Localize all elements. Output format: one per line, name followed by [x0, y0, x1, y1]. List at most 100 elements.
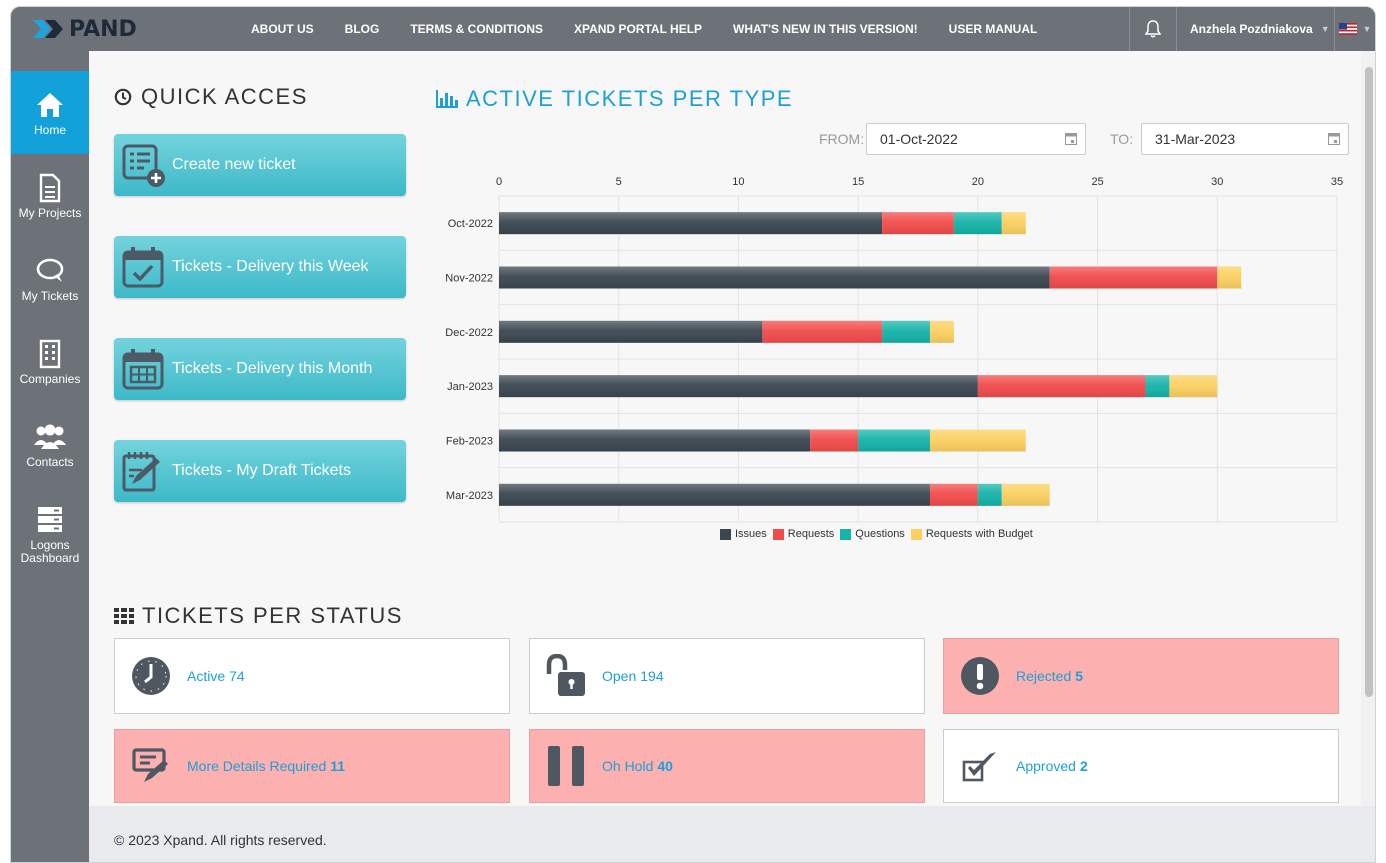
grid-icon: [114, 607, 134, 624]
status-tile-active[interactable]: Active 74: [114, 638, 510, 714]
sidebar-item-label: Companies: [19, 372, 81, 386]
legend-swatch: [840, 528, 852, 540]
nav-whats-new[interactable]: WHAT'S NEW IN THIS VERSION!: [733, 22, 918, 36]
calendar-icon[interactable]: [1328, 132, 1340, 145]
sidebar-item-logons-dashboard[interactable]: Logons Dashboard: [11, 486, 89, 581]
calendar-icon[interactable]: [1065, 132, 1077, 145]
quick-access-title-text: QUICK ACCES: [141, 84, 308, 109]
calendar-month-icon: [114, 338, 172, 400]
status-count: 5: [1075, 668, 1084, 684]
status-label: More Details Required: [187, 758, 327, 774]
legend-label: Requests with Budget: [925, 528, 1033, 540]
status-tile-on-hold[interactable]: Oh Hold 40: [529, 729, 925, 803]
y-tick-label: Nov-2022: [445, 273, 493, 285]
sidebar-item-my-tickets[interactable]: My Tickets: [11, 237, 89, 320]
scrollbar-thumb[interactable]: [1365, 67, 1373, 697]
building-icon: [39, 337, 61, 371]
sidebar-item-label: Logons Dashboard: [20, 537, 80, 565]
clock-small-icon: [114, 88, 132, 106]
y-tick-label: Dec-2022: [445, 327, 493, 339]
ticket-add-icon: [114, 134, 172, 196]
nav-terms[interactable]: TERMS & CONDITIONS: [410, 22, 543, 36]
status-tile-approved[interactable]: Approved 2: [943, 729, 1339, 803]
sidebar-item-label: My Tickets: [21, 289, 79, 303]
x-tick-label: 30: [1211, 176, 1223, 188]
sidebar-item-companies[interactable]: Companies: [11, 320, 89, 403]
sidebar-item-home[interactable]: Home: [11, 71, 89, 154]
x-tick-label: 25: [1091, 176, 1103, 188]
status-tile-rejected[interactable]: Rejected 5: [943, 638, 1339, 714]
quick-access-title: QUICK ACCES: [114, 84, 308, 110]
to-date-value: 31-Mar-2023: [1155, 131, 1236, 147]
legend-swatch: [720, 528, 731, 540]
quick-access-label: Tickets - Delivery this Week: [172, 258, 369, 275]
draft-edit-icon: [114, 440, 172, 502]
draft-tickets-button[interactable]: Tickets - My Draft Tickets: [114, 440, 406, 502]
legend-swatch: [910, 528, 922, 540]
y-tick-label: Mar-2023: [446, 490, 493, 502]
nav-blog[interactable]: BLOG: [345, 22, 380, 36]
app-window: PAND ABOUT US BLOG TERMS & CONDITIONS XP…: [10, 6, 1376, 863]
quick-access-label: Tickets - Delivery this Month: [172, 360, 373, 377]
document-icon: [39, 171, 61, 205]
x-tick-label: 10: [732, 176, 744, 188]
us-flag-icon: [1338, 23, 1357, 35]
active-tickets-title: ACTIVE TICKETS PER TYPE: [436, 86, 793, 112]
tickets-per-status-title-text: TICKETS PER STATUS: [142, 603, 403, 628]
bell-icon: [1145, 20, 1161, 38]
bar-shine: [499, 429, 1026, 452]
nav-portal-help[interactable]: XPAND PORTAL HELP: [574, 22, 702, 36]
logo-text: PAND: [69, 16, 137, 42]
quick-access-label: Tickets - My Draft Tickets: [172, 462, 351, 479]
to-date-input[interactable]: 31-Mar-2023: [1141, 123, 1349, 155]
user-name: Anzhela Pozdniakova: [1190, 22, 1313, 36]
chat-icon: [35, 254, 65, 288]
sidebar-item-label: My Projects: [18, 206, 82, 220]
user-menu[interactable]: Anzhela Pozdniakova ▼: [1177, 7, 1335, 51]
from-date-input[interactable]: 01-Oct-2022: [866, 123, 1086, 155]
unlocked-icon: [530, 639, 602, 713]
status-count: 11: [330, 758, 346, 774]
chevron-down-icon: ▼: [1320, 24, 1330, 34]
status-tile-open[interactable]: Open 194: [529, 638, 925, 714]
legend-label: Questions: [855, 528, 905, 540]
y-tick-label: Feb-2023: [446, 436, 493, 448]
from-date-value: 01-Oct-2022: [880, 131, 958, 147]
sidebar-item-my-projects[interactable]: My Projects: [11, 154, 89, 237]
logo-x-icon: [33, 20, 63, 38]
status-tile-more-details[interactable]: More Details Required 11: [114, 729, 510, 803]
calendar-check-icon: [114, 236, 172, 298]
top-navbar: PAND ABOUT US BLOG TERMS & CONDITIONS XP…: [11, 7, 1375, 51]
language-selector[interactable]: ▼: [1335, 7, 1375, 51]
status-count: 74: [229, 668, 245, 684]
delivery-week-button[interactable]: Tickets - Delivery this Week: [114, 236, 406, 298]
nav-about-us[interactable]: ABOUT US: [251, 22, 314, 36]
bar-shine: [499, 320, 954, 343]
xpand-logo[interactable]: PAND: [33, 16, 137, 42]
exclamation-icon: [944, 639, 1016, 713]
notifications-button[interactable]: [1129, 7, 1177, 51]
active-tickets-title-text: ACTIVE TICKETS PER TYPE: [466, 86, 794, 111]
checkbox-icon: [944, 730, 1016, 802]
tickets-per-status-title: TICKETS PER STATUS: [114, 603, 403, 629]
create-ticket-button[interactable]: Create new ticket: [114, 134, 406, 196]
legend-label: Requests: [787, 528, 835, 540]
bar-chart-icon: [436, 90, 458, 108]
vertical-scrollbar[interactable]: [1361, 51, 1375, 806]
active-tickets-chart: 0 5 10 15 20 25 30 35 Oct-2022 Nov-2022 Dec-2022 Ja…: [445, 176, 1343, 523]
nav-user-manual[interactable]: USER MANUAL: [949, 22, 1038, 36]
sidebar: Home My Projects My Tickets Companies Co…: [11, 51, 89, 862]
sidebar-item-contacts[interactable]: Contacts: [11, 403, 89, 486]
status-count: 40: [657, 758, 673, 774]
delivery-month-button[interactable]: Tickets - Delivery this Month: [114, 338, 406, 400]
users-icon: [33, 420, 67, 454]
bar-shine: [499, 212, 1026, 235]
home-icon: [35, 88, 65, 122]
status-label: Oh Hold: [602, 758, 654, 774]
status-label: Approved: [1016, 758, 1076, 774]
footer: © 2023 Xpand. All rights reserved.: [89, 806, 1375, 862]
x-tick-label: 15: [852, 176, 864, 188]
nav-right: Anzhela Pozdniakova ▼ ▼: [1129, 7, 1375, 51]
status-label: Active: [187, 668, 226, 684]
main-content: QUICK ACCES Create new ticket Tickets - …: [89, 51, 1361, 806]
